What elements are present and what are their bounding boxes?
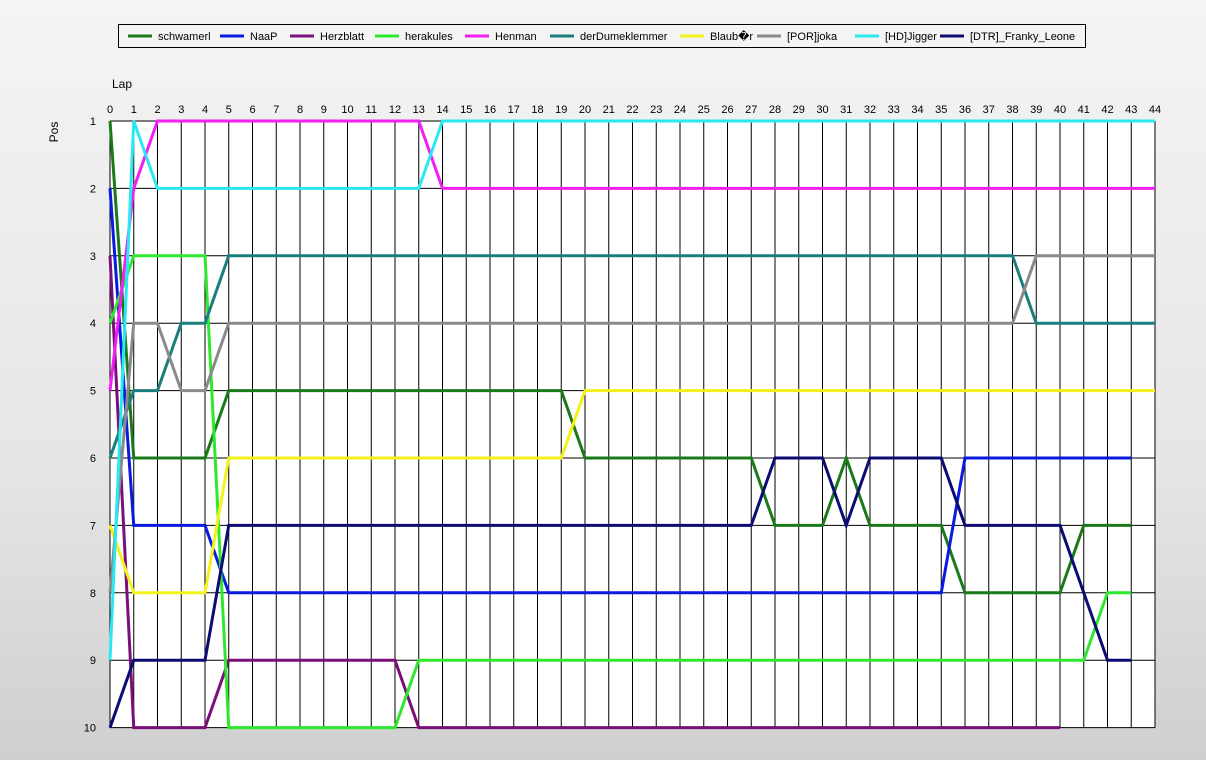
x-tick-label: 32 — [864, 104, 876, 116]
legend-label: [DTR]_Franky_Leone — [970, 31, 1075, 43]
x-tick-label: 3 — [178, 104, 184, 116]
x-tick-label: 15 — [460, 104, 472, 116]
x-tick-label: 40 — [1054, 104, 1066, 116]
x-tick-label: 22 — [626, 104, 638, 116]
y-tick-label: 10 — [84, 723, 96, 735]
y-tick-label: 8 — [90, 588, 96, 600]
x-tick-label: 44 — [1149, 104, 1161, 116]
x-tick-label: 19 — [555, 104, 567, 116]
x-axis-label: Lap — [112, 77, 132, 91]
x-tick-label: 24 — [674, 104, 686, 116]
legend-label: NaaP — [250, 31, 278, 43]
y-tick-label: 5 — [90, 386, 96, 398]
x-tick-label: 12 — [389, 104, 401, 116]
x-tick-label: 27 — [745, 104, 757, 116]
x-tick-label: 9 — [321, 104, 327, 116]
position-chart: 0 1 2 3 4 5 6 7 8 9 10 11 12 13 14 15 16 17 18 19 20 21 22 23 24… — [47, 29, 1161, 735]
x-tick-label: 14 — [436, 104, 448, 116]
x-tick-label: 17 — [508, 104, 520, 116]
x-tick-label: 37 — [983, 104, 995, 116]
legend-label: [POR]joka — [787, 31, 838, 43]
x-tick-label: 42 — [1101, 104, 1113, 116]
x-tick-label: 23 — [650, 104, 662, 116]
x-tick-label: 1 — [131, 104, 137, 116]
x-tick-label: 43 — [1125, 104, 1137, 116]
x-tick-label: 10 — [341, 104, 353, 116]
legend-label: herakules — [405, 31, 453, 43]
x-tick-label: 8 — [297, 104, 303, 116]
x-tick-label: 20 — [579, 104, 591, 116]
x-tick-label: 26 — [721, 104, 733, 116]
x-tick-label: 30 — [816, 104, 828, 116]
x-tick-label: 2 — [154, 104, 160, 116]
x-tick-label: 38 — [1006, 104, 1018, 116]
y-tick-label: 3 — [90, 251, 96, 263]
y-tick-label: 4 — [90, 318, 96, 330]
x-tick-label: 36 — [959, 104, 971, 116]
legend-label: Herzblatt — [320, 31, 364, 43]
x-tick-label: 5 — [226, 104, 232, 116]
x-tick-label: 7 — [273, 104, 279, 116]
y-tick-label: 7 — [90, 520, 96, 532]
x-tick-label: 39 — [1030, 104, 1042, 116]
x-tick-label: 21 — [603, 104, 615, 116]
y-tick-label: 1 — [90, 116, 96, 128]
x-tick-label: 4 — [202, 104, 208, 116]
x-tick-label: 29 — [793, 104, 805, 116]
x-tick-label: 31 — [840, 104, 852, 116]
x-tick-label: 35 — [935, 104, 947, 116]
y-tick-label: 2 — [90, 183, 96, 195]
legend-label: schwamerl — [158, 31, 211, 43]
x-tick-label: 34 — [911, 104, 923, 116]
y-axis-label: Pos — [47, 122, 61, 143]
x-tick-label: 33 — [888, 104, 900, 116]
x-tick-label: 11 — [366, 104, 377, 116]
x-tick-label: 28 — [769, 104, 781, 116]
y-tick-label: 6 — [90, 453, 96, 465]
legend-label: Henman — [495, 31, 537, 43]
x-tick-label: 25 — [698, 104, 710, 116]
x-tick-label: 41 — [1078, 104, 1090, 116]
legend-label: [HD]Jigger — [885, 31, 937, 43]
x-tick-label: 18 — [531, 104, 543, 116]
x-tick-label: 16 — [484, 104, 496, 116]
x-tick-label: 13 — [413, 104, 425, 116]
legend-label: derDumeklemmer — [580, 31, 668, 43]
x-tick-label: 6 — [249, 104, 255, 116]
y-tick-label: 9 — [90, 655, 96, 667]
x-tick-label: 0 — [107, 104, 113, 116]
legend-label: Blaub�r — [710, 29, 753, 43]
